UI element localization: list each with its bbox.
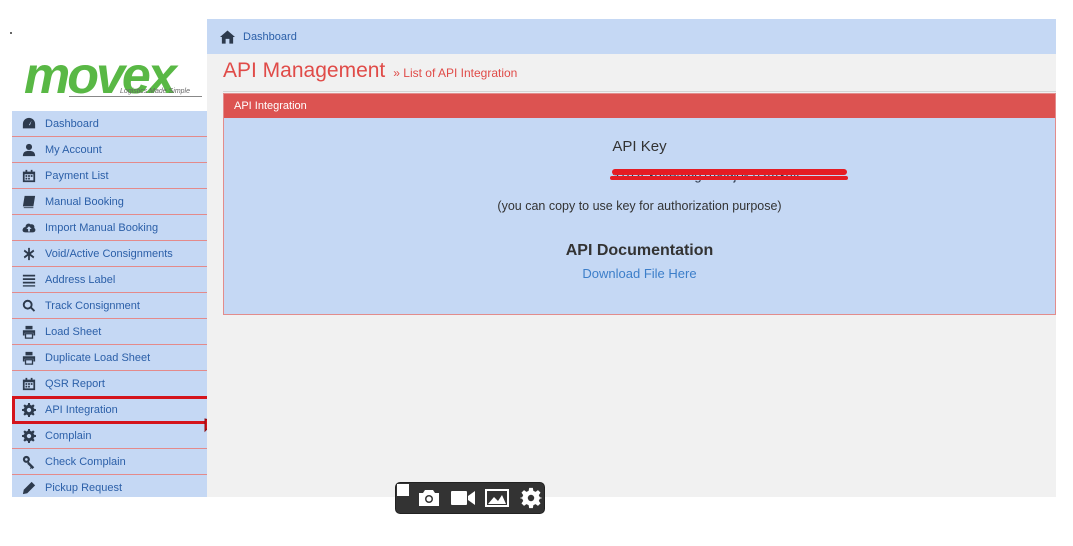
sidebar-item-qsr-report[interactable]: QSR Report xyxy=(12,371,207,397)
list-icon xyxy=(12,273,45,287)
pin-icon[interactable] xyxy=(397,484,409,496)
api-key-label: API Key xyxy=(612,138,667,155)
sidebar-item-payment-list[interactable]: Payment List xyxy=(12,163,207,189)
calendar-icon xyxy=(12,169,45,183)
sidebar-item-label: Dashboard xyxy=(45,117,99,130)
user-icon xyxy=(12,143,45,157)
video-camera-icon[interactable] xyxy=(450,487,476,509)
sidebar-item-dashboard[interactable]: Dashboard xyxy=(12,111,207,137)
sidebar-item-label: Complain xyxy=(45,429,92,442)
sidebar-item-import-manual-booking[interactable]: Import Manual Booking xyxy=(12,215,207,241)
home-icon[interactable] xyxy=(220,29,235,44)
logo-wordmark: movex xyxy=(24,47,177,105)
brand-logo[interactable]: movex Logistics Made Simple xyxy=(14,47,204,110)
sidebar-item-label: QSR Report xyxy=(45,377,105,390)
calendar-icon xyxy=(12,377,45,391)
logo-tagline: Logistics Made Simple xyxy=(119,88,190,95)
sidebar-item-duplicate-load-sheet[interactable]: Duplicate Load Sheet xyxy=(12,345,207,371)
sidebar-item-label: Void/Active Consignments xyxy=(45,247,173,260)
sidebar-item-label: Duplicate Load Sheet xyxy=(45,351,151,364)
print-icon xyxy=(12,325,45,339)
copy-note: (you can copy to use key for authorizati… xyxy=(497,199,782,213)
sidebar-item-void-active-consignments[interactable]: Void/Active Consignments xyxy=(12,241,207,267)
sidebar-item-label: Manual Booking xyxy=(45,195,124,208)
key-icon xyxy=(12,455,45,469)
logo-underline xyxy=(69,96,202,97)
pencil-icon xyxy=(12,481,45,495)
page-subtitle: » List of API Integration xyxy=(393,66,518,80)
breadcrumb-dashboard-link[interactable]: Dashboard xyxy=(243,31,297,43)
main-content: Dashboard API Management » List of API I… xyxy=(207,19,1056,497)
panel-body: API Key a1b2c3d4e5f6g7h8i9j0k1l2m3n4 (yo… xyxy=(224,118,1055,314)
sidebar-item-load-sheet[interactable]: Load Sheet xyxy=(12,319,207,345)
redaction-mark xyxy=(612,169,847,175)
asterisk-icon xyxy=(12,247,45,261)
sidebar-item-label: Load Sheet xyxy=(45,325,102,338)
download-file-link[interactable]: Download File Here xyxy=(224,266,1055,281)
sidebar-item-label: Address Label xyxy=(45,273,116,286)
sidebar-item-label: Pickup Request xyxy=(45,481,123,494)
sidebar-item-label: My Account xyxy=(45,143,102,156)
stray-dot xyxy=(10,32,12,34)
book-icon xyxy=(12,195,45,209)
header-divider xyxy=(223,91,1056,92)
sidebar-item-address-label[interactable]: Address Label xyxy=(12,267,207,293)
breadcrumb: Dashboard xyxy=(207,19,1056,54)
capture-toolbar xyxy=(395,482,545,514)
page-title: API Management xyxy=(223,59,386,82)
sidebar-item-manual-booking[interactable]: Manual Booking xyxy=(12,189,207,215)
sidebar-item-pickup-request[interactable]: Pickup Request xyxy=(12,475,207,497)
api-integration-panel: API Integration API Key a1b2c3d4e5f6g7h8… xyxy=(223,93,1056,315)
sidebar-item-my-account[interactable]: My Account xyxy=(12,137,207,163)
camera-icon[interactable] xyxy=(416,487,442,509)
dashboard-icon xyxy=(12,117,45,131)
image-icon[interactable] xyxy=(484,487,510,509)
redaction-mark xyxy=(610,176,848,180)
sidebar-item-complain[interactable]: Complain xyxy=(12,423,207,449)
sidebar-item-label: Payment List xyxy=(45,169,109,182)
sidebar-item-label: Import Manual Booking xyxy=(45,221,159,234)
gear-icon xyxy=(12,428,45,443)
search-icon xyxy=(12,299,45,313)
sidebar-item-label: Check Complain xyxy=(45,455,126,468)
sidebar-item-check-complain[interactable]: Check Complain xyxy=(12,449,207,475)
cloud-upload-icon xyxy=(12,221,45,235)
page-header: API Management » List of API Integration xyxy=(223,59,517,91)
api-documentation-heading: API Documentation xyxy=(565,242,714,259)
panel-header: API Integration xyxy=(224,94,1055,118)
annotation-highlight-box xyxy=(12,396,213,424)
sidebar-item-track-consignment[interactable]: Track Consignment xyxy=(12,293,207,319)
settings-icon[interactable] xyxy=(518,487,544,509)
sidebar-item-label: Track Consignment xyxy=(45,299,140,312)
sidebar-nav: Dashboard My Account Payment List Manual Bo… xyxy=(12,111,207,497)
print-icon xyxy=(12,351,45,365)
